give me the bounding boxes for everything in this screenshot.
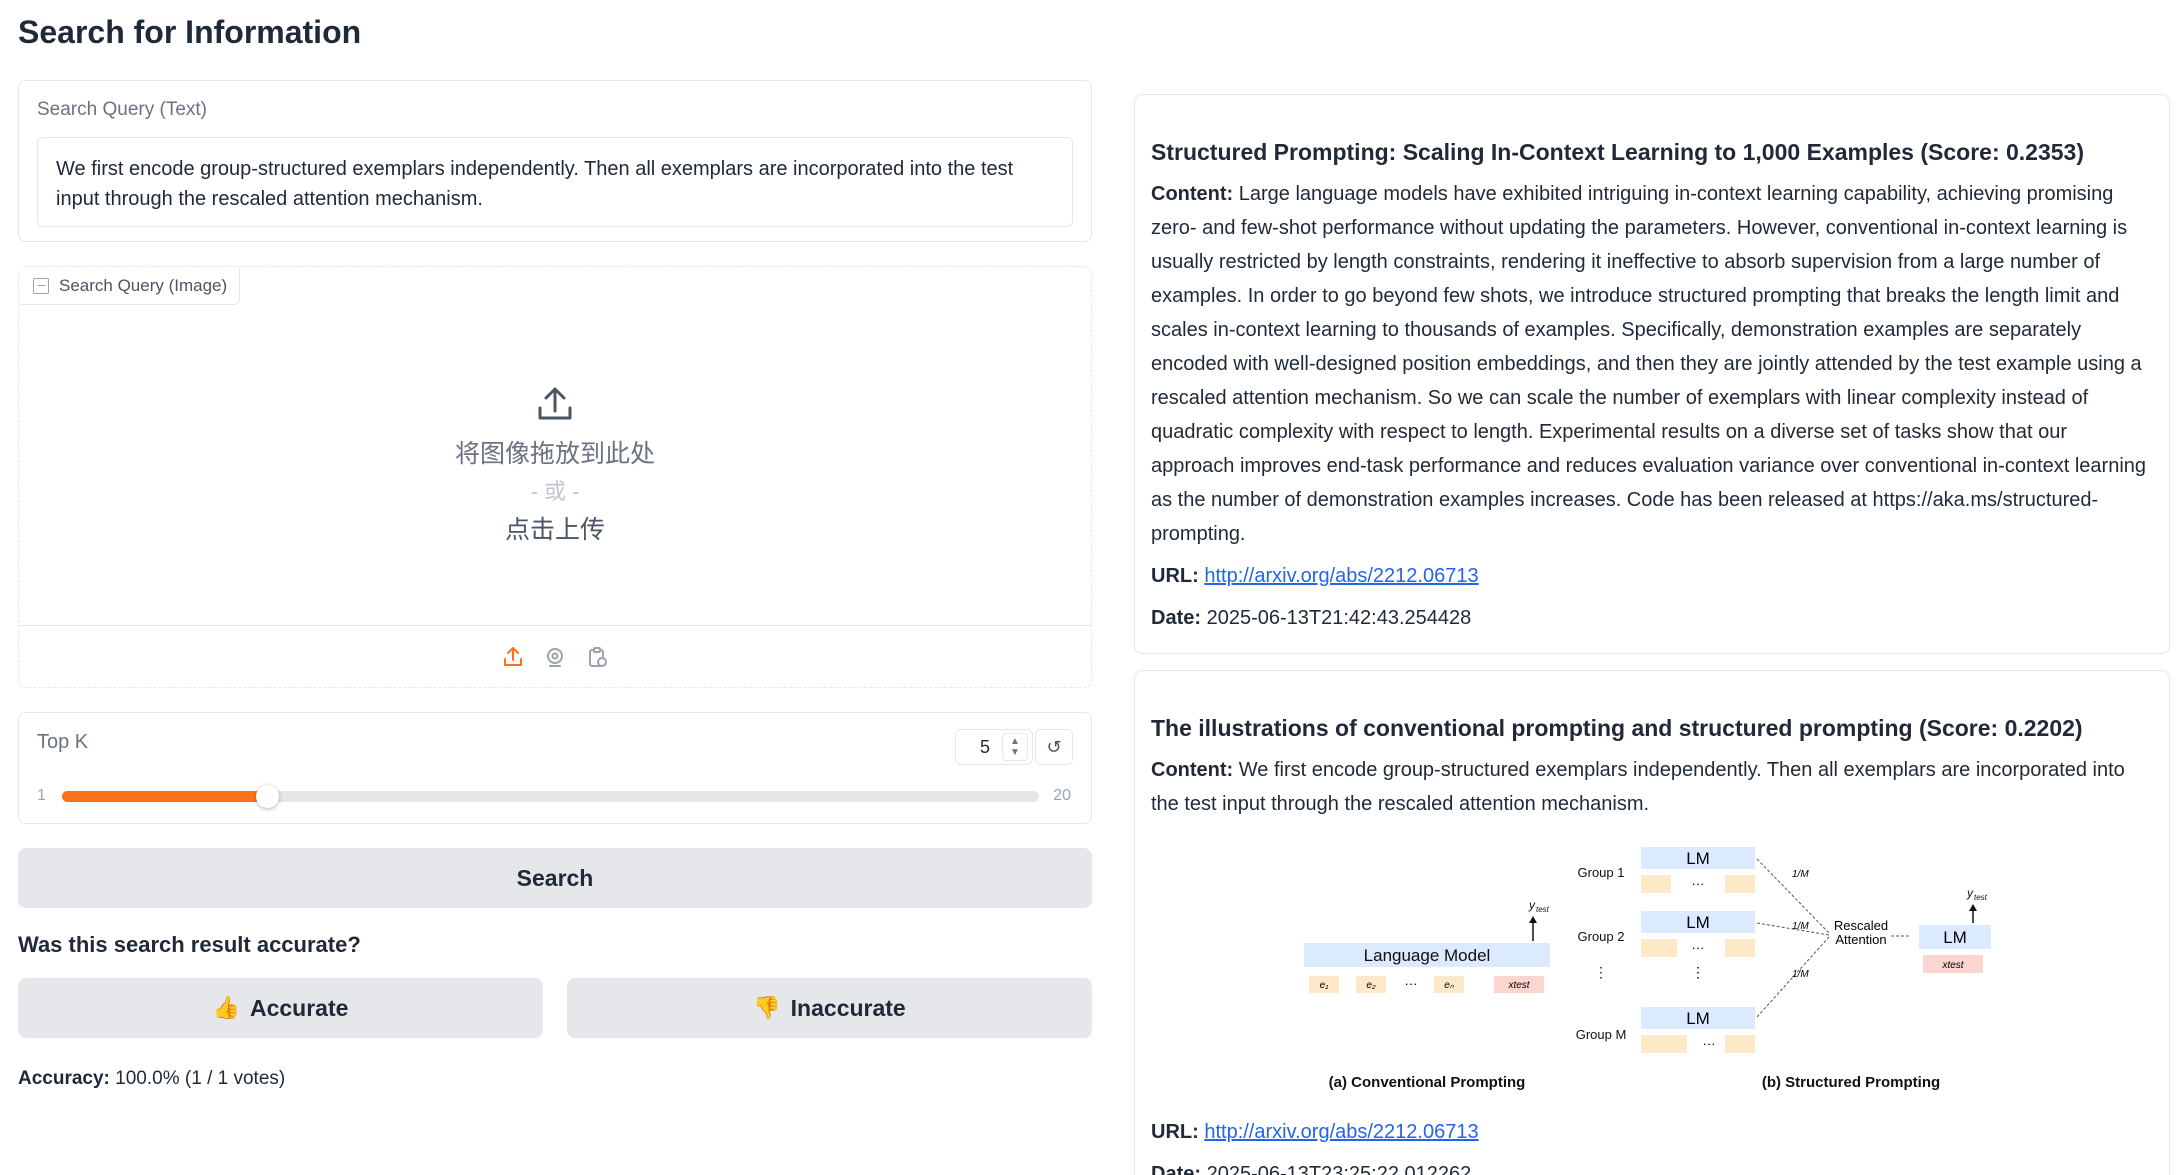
svg-text:xtest: xtest [1941,960,1964,971]
accuracy-text: Accuracy: 100.0% (1 / 1 votes) [18,1068,1092,1090]
feedback-buttons: 👍 Accurate 👎 Inaccurate [18,978,1092,1038]
attention-label: Attention [1835,932,1886,947]
image-drop-zone[interactable]: 将图像拖放到此处 - 或 - 点击上传 [19,305,1091,625]
webcam-icon[interactable] [542,644,568,670]
lm-label: LM [1686,1009,1710,1028]
inaccurate-button[interactable]: 👎 Inaccurate [567,978,1092,1038]
svg-text:···: ··· [1703,1036,1716,1051]
reset-button[interactable]: ↺ [1035,729,1073,765]
fraction-label: 1/M [1792,969,1809,980]
top-k-block: Top K 5 ▲ ▼ ↺ 1 20 [18,712,1092,824]
result-content: Content: Large language models have exhi… [1151,177,2153,551]
svg-text:···: ··· [1692,876,1705,891]
results-panel: Structured Prompting: Scaling In-Context… [1134,94,2170,1175]
rescaled-label: Rescaled [1834,918,1888,933]
result-title: The illustrations of conventional prompt… [1151,715,2083,741]
result-figure: y test Language Model e₁ e₂ ··· eₙ xtest… [1151,837,2153,1107]
svg-text:···: ··· [1692,940,1705,955]
accuracy-value: 100.0% (1 / 1 votes) [115,1068,286,1089]
result-card: Structured Prompting: Scaling In-Context… [1134,94,2170,654]
result-date: Date: 2025-06-13T21:42:43.254428 [1151,601,2153,635]
result-url: URL: http://arxiv.org/abs/2212.06713 [1151,1115,2153,1149]
inaccurate-label: Inaccurate [790,994,906,1021]
lm-label: LM [1686,913,1710,932]
top-k-label: Top K [37,731,89,753]
date-value: 2025-06-13T21:42:43.254428 [1206,607,1472,629]
svg-text:test: test [1974,893,1988,902]
fraction-label: 1/M [1792,921,1809,932]
slider-max-label: 20 [1053,787,1071,804]
search-button[interactable]: Search [18,848,1092,908]
drop-text: 将图像拖放到此处 [454,440,655,468]
result-url: URL: http://arxiv.org/abs/2212.06713 [1151,559,2153,593]
top-k-slider[interactable] [62,785,1039,808]
text-query-input[interactable]: We first encode group-structured exempla… [37,137,1073,227]
language-model-label: Language Model [1364,946,1491,965]
click-upload-text[interactable]: 点击上传 [505,510,605,546]
top-k-number-input[interactable]: 5 ▲ ▼ [955,729,1033,765]
text-query-block: Search Query (Text) We first encode grou… [18,80,1092,242]
left-panel: Search Query (Text) We first encode grou… [18,80,1092,1090]
result-title: Structured Prompting: Scaling In-Context… [1151,139,2084,165]
image-query-tab: Search Query (Image) [19,267,241,305]
date-value: 2025-06-13T23:25:22.012262 [1206,1163,1472,1175]
image-query-label: Search Query (Image) [59,275,228,295]
svg-text:eₙ: eₙ [1444,980,1455,991]
image-source-toolbar [19,625,1091,687]
fraction-label: 1/M [1792,869,1809,880]
top-k-value[interactable]: 5 [956,737,1002,758]
thumbs-up-icon: 👍 [212,995,240,1020]
lm-label: LM [1943,928,1967,947]
accurate-button[interactable]: 👍 Accurate [18,978,543,1038]
thumbs-down-icon: 👎 [753,995,781,1020]
svg-text:test: test [1536,905,1550,914]
group-m-label: Group M [1576,1027,1627,1042]
feedback-question: Was this search result accurate? [18,932,361,957]
clipboard-icon[interactable] [584,644,610,670]
group-1-label: Group 1 [1578,865,1625,880]
text-query-label: Search Query (Text) [37,99,207,120]
result-link[interactable]: http://arxiv.org/abs/2212.06713 [1204,565,1478,587]
content-text: Large language models have exhibited int… [1151,183,2147,545]
prompting-diagram: y test Language Model e₁ e₂ ··· eₙ xtest… [1304,847,1991,1091]
upload-icon[interactable] [500,644,526,670]
accuracy-label: Accuracy: [18,1068,110,1089]
upload-icon [538,387,572,420]
stepper-icon[interactable]: ▲ ▼ [1002,733,1028,761]
slider-fill [62,791,268,802]
date-label: Date: [1151,1163,1202,1175]
slider-min-label: 1 [37,787,46,804]
result-link[interactable]: http://arxiv.org/abs/2212.06713 [1204,1121,1478,1143]
result-card: The illustrations of conventional prompt… [1134,670,2170,1175]
content-text: We first encode group-structured exempla… [1151,759,2125,815]
image-icon [33,277,49,294]
svg-text:⋮: ⋮ [1691,964,1705,980]
date-label: Date: [1151,607,1202,629]
result-date: Date: 2025-06-13T23:25:22.012262 [1151,1157,2153,1175]
result-content: Content: We first encode group-structure… [1151,753,2153,821]
lm-label: LM [1686,849,1710,868]
content-label: Content: [1151,759,1234,781]
svg-text:y: y [1528,898,1536,912]
svg-text:e₂: e₂ [1366,980,1376,991]
group-2-label: Group 2 [1578,929,1625,944]
url-label: URL: [1151,565,1199,587]
svg-text:⋮: ⋮ [1594,964,1608,980]
accurate-label: Accurate [249,994,349,1021]
svg-text:xtest: xtest [1507,980,1530,991]
svg-text:y: y [1966,886,1974,900]
page-title: Search for Information [18,14,362,50]
url-label: URL: [1151,1121,1199,1143]
caption-b: (b) Structured Prompting [1762,1074,1940,1091]
content-label: Content: [1151,183,1234,205]
svg-text:e₁: e₁ [1320,980,1329,991]
svg-text:···: ··· [1405,976,1418,991]
caption-a: (a) Conventional Prompting [1329,1074,1526,1091]
or-text: - 或 - [530,479,580,504]
image-query-block[interactable]: Search Query (Image) 将图像拖放到此处 - 或 - 点击上传 [18,266,1092,688]
slider-handle[interactable] [255,785,279,808]
